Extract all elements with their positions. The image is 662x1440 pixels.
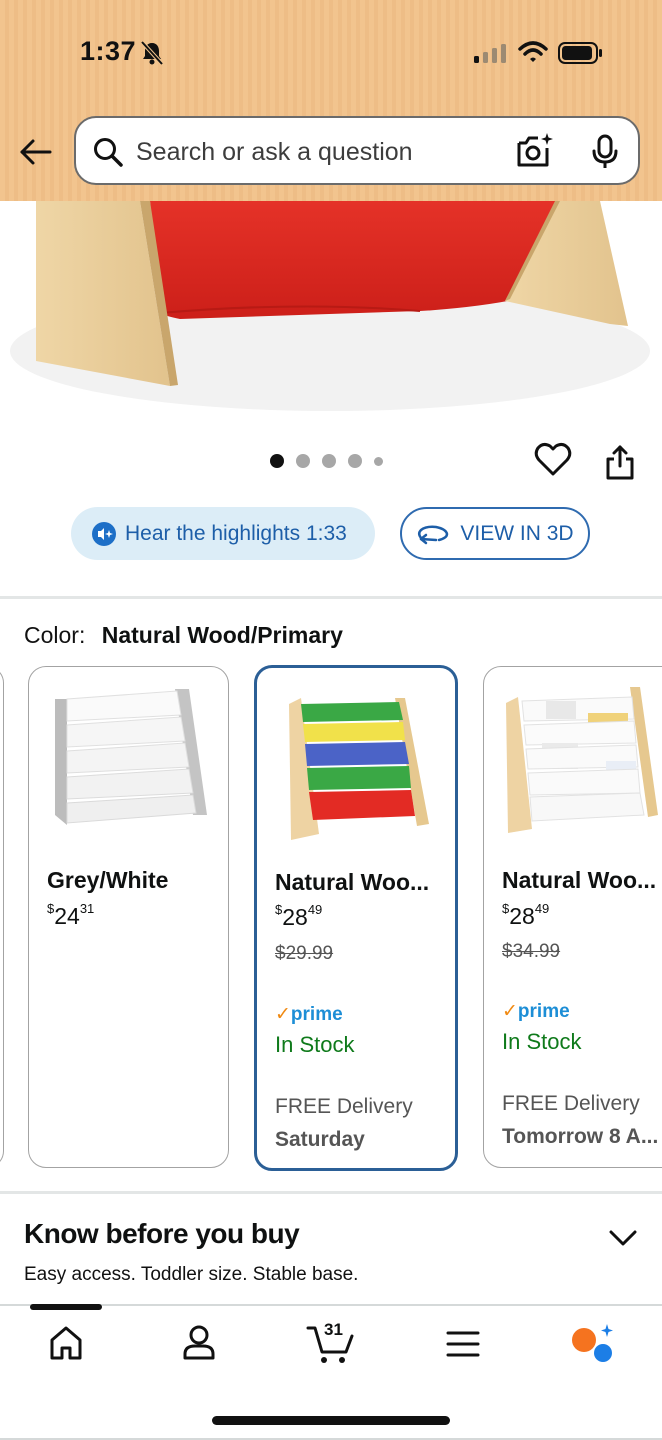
swatch-name: Natural Woo... <box>502 867 657 893</box>
prime-check-icon: ✓ <box>502 1001 518 1022</box>
know-before-title[interactable]: Know before you buy <box>24 1218 300 1250</box>
prime-badge: ✓prime <box>502 1000 570 1023</box>
prime-label: prime <box>290 1004 343 1025</box>
price-whole: 24 <box>54 903 80 929</box>
carousel-dot[interactable] <box>374 456 383 466</box>
prime-badge: ✓prime <box>275 1003 343 1026</box>
account-icon[interactable] <box>181 1322 217 1362</box>
carousel-dot[interactable] <box>348 454 362 468</box>
stock-status: In Stock <box>275 1032 355 1057</box>
share-icon[interactable] <box>604 444 636 482</box>
menu-icon[interactable] <box>446 1330 480 1358</box>
color-option-card[interactable]: Natural Woo... $2849 $34.99 ✓prime In St… <box>483 666 662 1168</box>
heart-icon[interactable] <box>534 440 572 478</box>
price-fraction: 49 <box>534 901 550 917</box>
color-value: Natural Wood/Primary <box>101 622 343 648</box>
delivery-day: Tomorrow 8 A... <box>502 1125 659 1148</box>
swatch-image <box>506 687 658 833</box>
battery-icon <box>558 42 602 64</box>
swatch-name: Natural Woo... <box>275 869 430 895</box>
stock-status: In Stock <box>502 1029 582 1054</box>
know-before-subtitle: Easy access. Toddler size. Stable base. <box>24 1264 359 1285</box>
carousel-dot[interactable] <box>270 454 284 468</box>
camera-lens-icon[interactable] <box>516 132 554 170</box>
delivery-text: FREE Delivery <box>275 1095 413 1118</box>
status-time: 1:37 <box>80 36 137 66</box>
list-price: $29.99 <box>275 943 334 964</box>
microphone-icon[interactable] <box>590 134 620 170</box>
swatch-image <box>289 698 429 840</box>
currency-symbol: $ <box>275 902 283 918</box>
currency-symbol: $ <box>502 901 510 917</box>
bell-off-icon <box>140 40 164 66</box>
delivery-day: Saturday <box>275 1128 365 1151</box>
delivery-text: FREE Delivery <box>502 1092 640 1115</box>
view-in-3d-button[interactable]: VIEW IN 3D <box>400 507 590 560</box>
price-fraction: 49 <box>307 902 323 918</box>
hear-highlights-button[interactable]: Hear the highlights 1:33 <box>71 507 375 560</box>
price-whole: 28 <box>282 904 308 930</box>
color-label: Color: <box>24 622 86 648</box>
hear-highlights-label: Hear the highlights 1:33 <box>125 521 347 545</box>
wifi-icon <box>518 41 548 62</box>
home-icon[interactable] <box>48 1322 84 1362</box>
view-in-3d-label: VIEW IN 3D <box>460 521 574 545</box>
swatch-name: Grey/White <box>47 867 169 893</box>
product-image[interactable] <box>0 201 662 421</box>
search-bar[interactable] <box>74 116 640 185</box>
swatch-price: $2849 <box>502 901 550 930</box>
back-arrow-icon[interactable] <box>18 134 54 170</box>
section-divider <box>0 596 662 599</box>
chevron-down-icon[interactable] <box>608 1228 638 1248</box>
bookshelf-image <box>10 201 650 411</box>
swatch-price: $2849 <box>275 902 323 931</box>
swatch-price: $2431 <box>47 901 95 930</box>
cart-count: 31 <box>324 1320 343 1339</box>
color-selector-heading: Color: Natural Wood/Primary <box>24 622 343 649</box>
signal-icon <box>474 44 506 63</box>
image-carousel-dots[interactable] <box>270 454 383 468</box>
list-price: $34.99 <box>502 941 561 962</box>
color-option-card[interactable]: Grey/White $2431 <box>28 666 229 1168</box>
swatch-image <box>55 689 207 825</box>
currency-symbol: $ <box>47 901 55 917</box>
app-header: 1:37 <box>0 0 662 201</box>
prime-check-icon: ✓ <box>275 1004 291 1025</box>
active-tab-indicator <box>30 1304 102 1310</box>
price-fraction: 31 <box>79 901 95 917</box>
rufus-assistant-icon[interactable] <box>570 1322 616 1364</box>
color-option-card-selected[interactable]: Natural Woo... $2849 $29.99 ✓prime In St… <box>254 665 458 1171</box>
rotate-3d-icon <box>418 525 449 544</box>
section-divider <box>0 1191 662 1194</box>
price-whole: 28 <box>509 903 535 929</box>
cart-button[interactable]: 31 <box>306 1320 362 1366</box>
prime-label: prime <box>517 1001 570 1022</box>
audio-sparkle-icon <box>92 521 116 546</box>
color-option-card-partial[interactable] <box>0 666 4 1168</box>
search-input[interactable] <box>136 137 496 167</box>
search-icon <box>94 138 123 167</box>
home-indicator <box>212 1416 450 1425</box>
carousel-dot[interactable] <box>322 454 336 468</box>
carousel-dot[interactable] <box>296 454 310 468</box>
